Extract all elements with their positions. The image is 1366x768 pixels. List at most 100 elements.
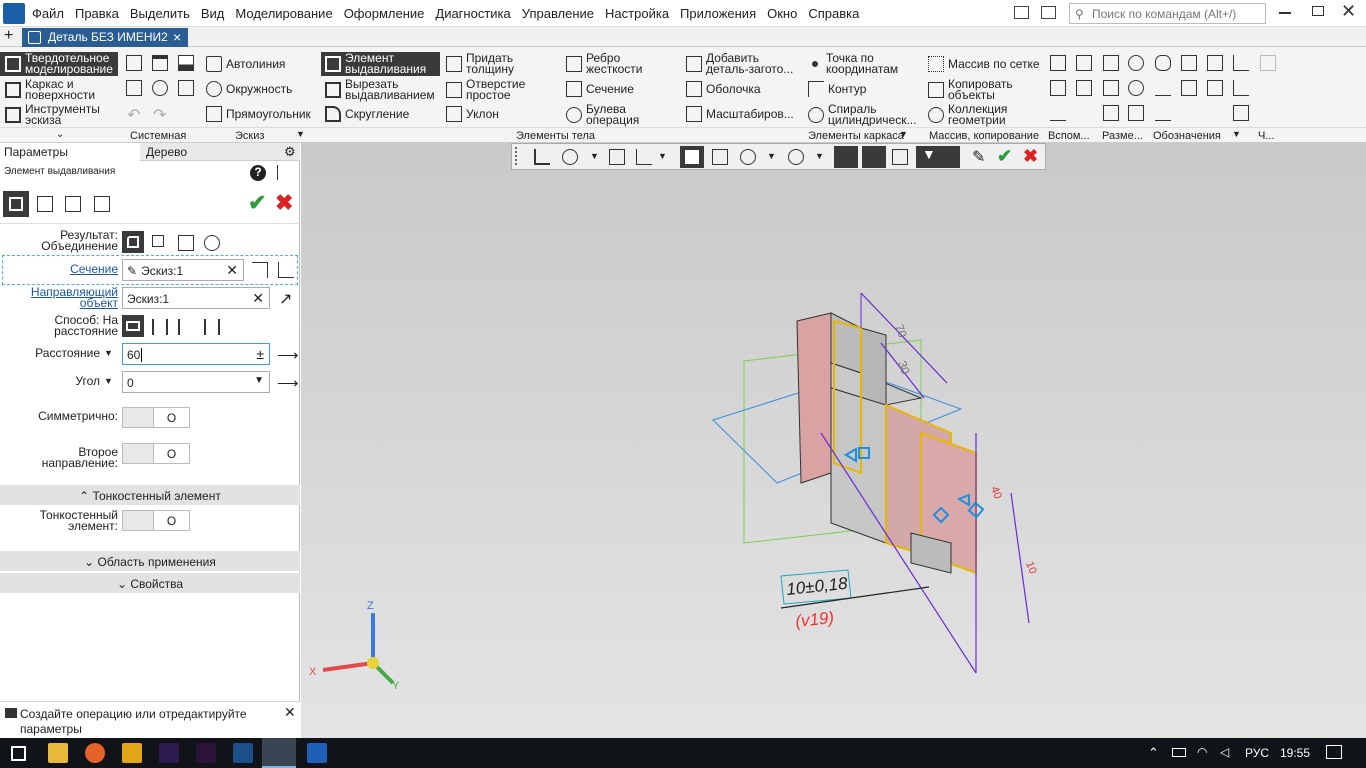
measure-icon[interactable] [834,146,858,168]
section-link[interactable]: Сечение [10,263,118,275]
tree-structure-icon[interactable] [277,165,289,180]
shaded-view-icon[interactable] [680,146,704,168]
close-tab-icon[interactable]: × [173,29,181,45]
redo-icon[interactable]: ↷ [153,105,166,125]
print-icon[interactable] [126,80,142,96]
clock[interactable]: 19:55 [1280,746,1310,760]
group-designations-dropdown-icon[interactable]: ▼ [1232,129,1241,139]
point-coords-button[interactable]: Точка по координатам [808,52,920,76]
menu-edit[interactable]: Правка [75,6,119,21]
save-icon[interactable] [178,55,194,71]
mode-frame-surfaces[interactable]: Каркас и поверхности [0,78,118,102]
menu-apps[interactable]: Приложения [680,6,756,21]
windows-start-icon[interactable] [11,746,26,761]
menu-drawing[interactable]: Оформление [344,6,425,21]
new-file-icon[interactable] [126,55,142,71]
symmetric-toggle[interactable]: О [122,407,190,428]
command-search-input[interactable]: ⚲ Поиск по командам (Alt+/) [1069,3,1266,24]
zoom-dropdown-icon[interactable]: ▼ [590,151,599,161]
thin-wall-section[interactable]: ⌃ Тонкостенный элемент [0,485,300,505]
hide-icon[interactable] [740,149,756,165]
battery-icon[interactable] [1172,748,1186,757]
visibility-icon[interactable] [788,149,804,165]
menu-window[interactable]: Окно [767,6,797,21]
guide-field[interactable]: Эскиз:1 ✕ [122,287,270,309]
panels-icon[interactable] [1041,6,1056,19]
result-intersect-icon[interactable] [204,235,220,251]
help-icon[interactable]: ? [250,165,266,181]
app-triangle-icon[interactable] [122,743,142,763]
after-effects-icon[interactable] [159,743,179,763]
geometry-collection-button[interactable]: Коллекция геометрии [928,103,1040,127]
guide-link[interactable]: Направляющий объект [10,286,118,309]
base-icon[interactable] [1181,55,1197,71]
hide-dropdown-icon[interactable]: ▼ [767,151,776,161]
dim-auto-icon[interactable] [1103,105,1119,121]
eyedropper-icon[interactable]: ✎ [972,147,985,167]
cut-mode-icon[interactable] [65,196,81,212]
tab-tree[interactable]: Дерево [142,143,282,161]
scope-section[interactable]: ⌄ Область применения [0,551,300,571]
leader-icon[interactable] [1155,80,1171,96]
axis-icon[interactable] [1076,55,1092,71]
scale-button[interactable]: Масштабиров... [686,105,794,123]
zoom-icon[interactable] [562,149,578,165]
offset-plane-icon[interactable] [1050,80,1066,96]
angle-arrow-icon[interactable]: ⟶ [277,374,299,392]
toolbar-cancel-icon[interactable]: ✖ [1023,146,1038,167]
rib-button[interactable]: Ребро жесткости [566,52,676,76]
autoline-button[interactable]: Автолиния [206,55,285,73]
circle-button[interactable]: Окружность [206,80,292,98]
tray-chevron-icon[interactable]: ⌃ [1148,745,1159,761]
tab-document[interactable]: Деталь БЕЗ ИМЕНИ2 × [22,28,188,47]
draft-mode-icon[interactable] [94,196,110,212]
layers-icon[interactable] [892,149,908,165]
language-indicator[interactable]: РУС [1245,746,1269,760]
kompas-task-icon[interactable] [262,738,296,768]
menu-modeling[interactable]: Моделирование [235,6,332,21]
tab-parameters[interactable]: Параметры [0,143,140,161]
result-union-icon[interactable] [122,231,144,253]
ok-icon[interactable]: ✔ [248,190,266,216]
fillet-button[interactable]: Скругление [321,105,409,123]
visibility-dropdown-icon[interactable]: ▼ [815,151,824,161]
properties-section[interactable]: ⌄ Свойства [0,573,300,593]
close-window-icon[interactable]: ✕ [1341,1,1356,22]
method-distance-icon[interactable] [122,315,144,337]
plane-icon[interactable] [1050,55,1066,71]
menu-select[interactable]: Выделить [130,6,190,21]
section-button[interactable]: Сечение [566,80,634,98]
contour-button[interactable]: Контур [808,80,866,98]
orientation-dropdown-icon[interactable]: ▼ [658,151,667,161]
tolerance-icon[interactable] [1207,55,1223,71]
helix-button[interactable]: Спираль цилиндрическ... [808,103,920,127]
angle-dropdown-icon[interactable]: ▼ [104,376,113,386]
close-hint-icon[interactable]: ✕ [284,704,296,721]
reverse-icon[interactable] [252,262,268,278]
firefox-icon[interactable] [85,743,105,763]
extrude-mode-icon[interactable] [3,191,29,217]
grid-array-button[interactable]: Массив по сетке [928,55,1040,73]
gear-icon[interactable]: ⚙ [284,144,296,160]
menu-management[interactable]: Управление [522,6,594,21]
dim-radius-icon[interactable] [1128,80,1144,96]
shell-button[interactable]: Оболочка [686,80,761,98]
method-through-all-icon[interactable] [152,319,168,335]
plus-minus-icon[interactable]: ± [256,346,264,362]
angle-chevron-icon[interactable]: ▼ [254,375,264,386]
menu-file[interactable]: Файл [32,6,64,21]
roughness-icon[interactable] [1155,55,1171,71]
menu-view[interactable]: Вид [201,6,225,21]
wireframe-icon[interactable] [712,149,728,165]
copy-objects-button[interactable]: Копировать объекты [928,78,1040,102]
undo-icon[interactable]: ↶ [127,105,140,125]
menu-help[interactable]: Справка [808,6,859,21]
sketch-orient-icon[interactable] [534,149,550,165]
dim-angle-icon[interactable] [1103,80,1119,96]
thin-wall-toggle[interactable]: О [122,510,190,531]
volume-icon[interactable]: ◁ [1220,745,1229,759]
mode-sketch-tools[interactable]: Инструменты эскиза [0,103,118,127]
section-field[interactable]: ✎ Эскиз:1 ✕ [122,259,244,281]
rectangle-button[interactable]: Прямоугольник [206,105,311,123]
cut-line-icon[interactable] [1233,55,1249,71]
